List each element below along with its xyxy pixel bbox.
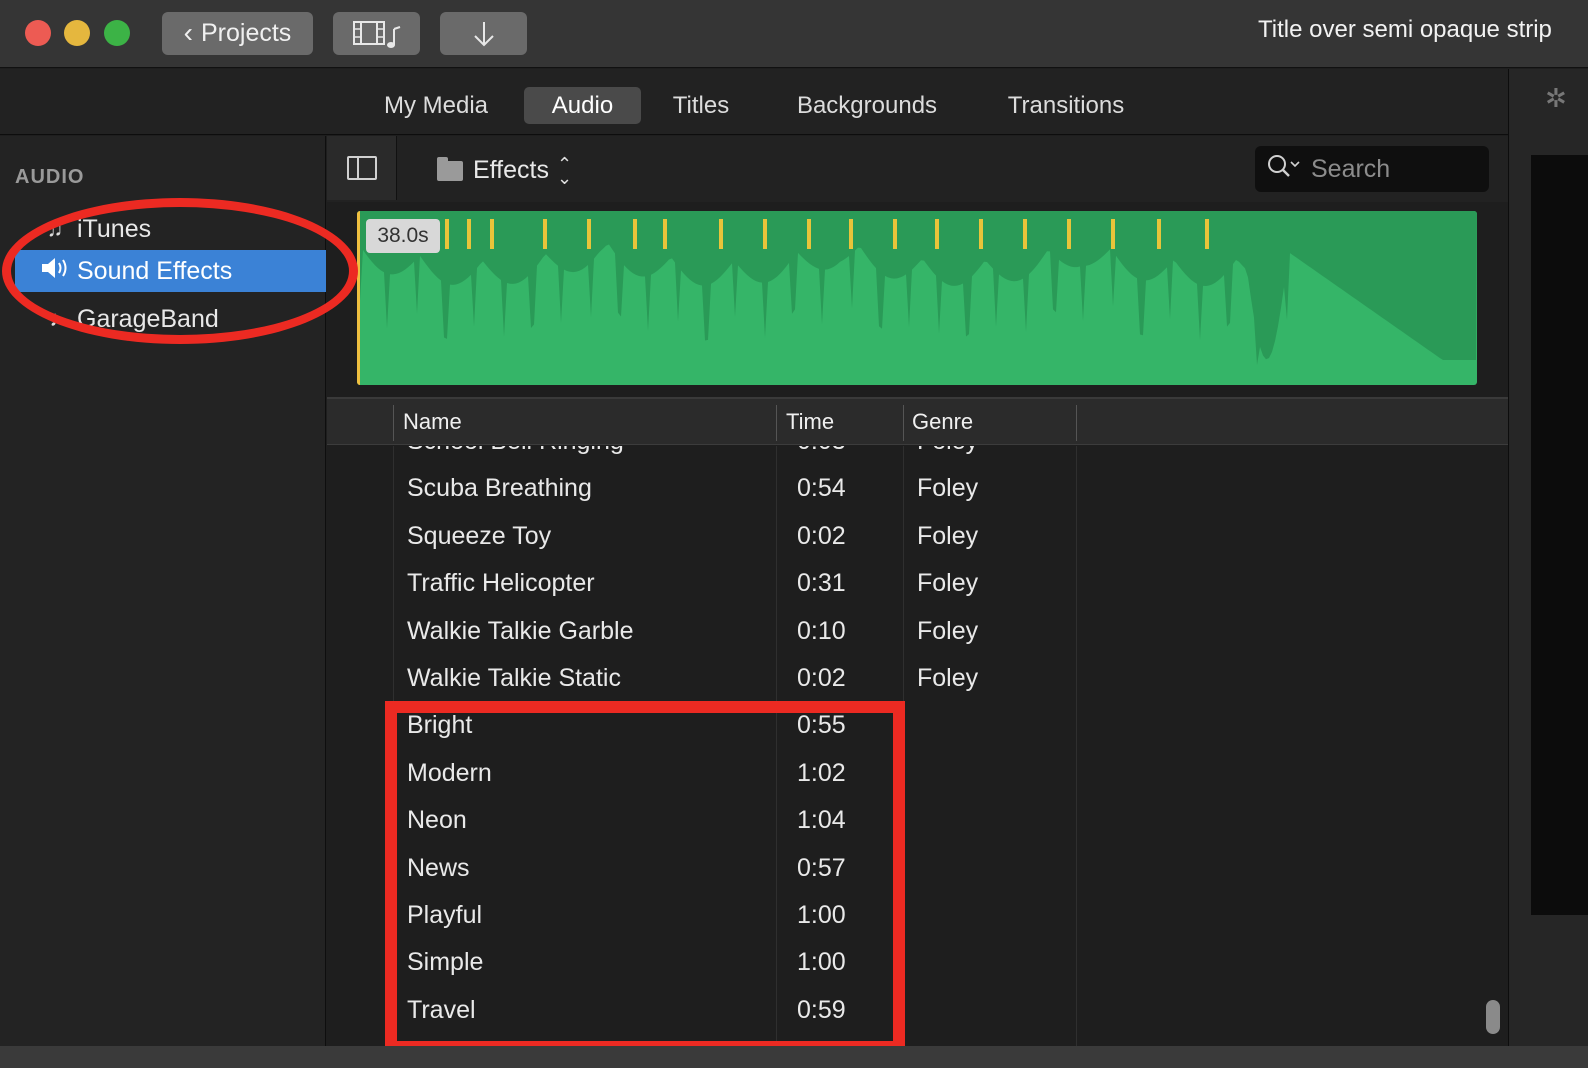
column-header-genre[interactable]: Genre <box>912 409 973 435</box>
browser-header: Effects ⌃ ⌄ <box>327 136 1508 202</box>
waveform-peak <box>445 219 449 249</box>
waveform-peak <box>719 219 723 249</box>
sidebar-header: AUDIO <box>15 166 85 188</box>
tab-titles[interactable]: Titles <box>660 87 742 124</box>
row-genre-cell: Foley <box>917 521 979 550</box>
window-title: Title over semi opaque strip <box>1258 16 1552 43</box>
magic-wand-icon[interactable]: ✲ <box>1545 83 1567 114</box>
browser-tabbar: My Media Audio Titles Backgrounds Transi… <box>0 69 1508 135</box>
table-row[interactable]: Squeeze Toy 0:02 Foley <box>327 513 1477 560</box>
waveform-peak <box>633 219 637 249</box>
waveform-peak <box>935 219 939 249</box>
waveform-peak <box>467 219 471 249</box>
column-divider <box>1076 405 1077 441</box>
row-name-cell: Traffic Helicopter <box>407 569 595 598</box>
minimize-window-button[interactable] <box>64 20 90 46</box>
waveform-peak <box>1023 219 1027 249</box>
row-time-cell: 0:02 <box>797 521 846 550</box>
sidebar-toggle-button[interactable] <box>327 136 397 200</box>
waveform-peak <box>979 219 983 249</box>
row-time-cell: 0:03 <box>797 446 846 456</box>
column-divider <box>393 405 394 441</box>
waveform-peak <box>490 219 494 249</box>
tab-transitions[interactable]: Transitions <box>995 87 1137 124</box>
viewer-panel <box>1531 155 1588 915</box>
waveform-envelope <box>357 211 1477 365</box>
row-name-cell: Walkie Talkie Static <box>407 664 621 692</box>
waveform-peak <box>1157 219 1161 249</box>
audio-waveform[interactable]: 38.0s <box>357 211 1477 385</box>
arrow-down-icon <box>473 21 494 46</box>
row-name-cell: Squeeze Toy <box>407 521 552 550</box>
table-row[interactable]: Traffic Helicopter 0:31 Foley <box>327 560 1477 607</box>
annotation-ellipse <box>2 198 358 344</box>
waveform-peak <box>1111 219 1115 249</box>
row-time-cell: 0:02 <box>797 664 846 692</box>
duration-badge: 38.0s <box>366 219 440 253</box>
waveform-peak <box>849 219 853 249</box>
projects-button[interactable]: ‹ Projects <box>162 12 313 55</box>
search-input[interactable] <box>1311 154 1481 184</box>
row-genre-cell: Foley <box>917 446 978 456</box>
category-label: Effects <box>473 156 549 184</box>
tab-my-media[interactable]: My Media <box>368 87 504 124</box>
search-field[interactable] <box>1255 146 1489 192</box>
folder-icon <box>437 156 463 181</box>
table-header: Name Time Genre <box>327 397 1508 445</box>
row-genre-cell: Foley <box>917 569 979 598</box>
waveform-graphic <box>357 211 1477 365</box>
column-divider <box>776 405 777 441</box>
chevron-updown-icon: ⌃ ⌄ <box>556 153 573 188</box>
annotation-rectangle <box>385 701 905 1053</box>
row-name-cell: Scuba Breathing <box>407 474 592 503</box>
sidebar-toggle-icon <box>346 156 377 180</box>
waveform-peak <box>1205 219 1209 249</box>
media-browser-button[interactable] <box>333 12 420 55</box>
scrollbar-thumb[interactable] <box>1486 1000 1500 1034</box>
table-row[interactable]: School Bell Ringing 0:03 Foley <box>327 446 1477 465</box>
table-row[interactable]: Scuba Breathing 0:54 Foley <box>327 465 1477 512</box>
viewer-strip: ✲ <box>1508 69 1588 1068</box>
row-time-cell: 0:31 <box>797 569 846 598</box>
row-genre-cell: Foley <box>917 664 979 692</box>
waveform-peak <box>663 219 667 249</box>
tab-audio[interactable]: Audio <box>524 87 641 124</box>
row-name-cell: School Bell Ringing <box>407 446 624 456</box>
waveform-peak <box>543 219 547 249</box>
table-row[interactable]: Walkie Talkie Garble 0:10 Foley <box>327 608 1477 655</box>
zoom-window-button[interactable] <box>104 20 130 46</box>
column-header-name[interactable]: Name <box>403 409 462 435</box>
waveform-peak <box>587 219 591 249</box>
projects-button-label: Projects <box>201 19 292 47</box>
playhead[interactable] <box>357 211 360 385</box>
waveform-peak <box>893 219 897 249</box>
waveform-peak <box>763 219 767 249</box>
title-bar: ‹ Projects Title over semi opaque strip <box>0 0 1588 68</box>
row-genre-cell: Foley <box>917 616 979 645</box>
chevron-left-icon: ‹ <box>183 16 193 48</box>
column-header-time[interactable]: Time <box>786 409 834 435</box>
import-button[interactable] <box>440 12 527 55</box>
timeline-edge <box>0 1046 1588 1068</box>
waveform-peak <box>1067 219 1071 249</box>
category-popup[interactable]: Effects ⌃ ⌄ <box>437 153 573 188</box>
column-divider <box>903 405 904 441</box>
row-time-cell: 0:10 <box>797 616 846 645</box>
search-icon <box>1267 153 1301 185</box>
waveform-peak <box>807 219 811 249</box>
row-time-cell: 0:54 <box>797 474 846 503</box>
row-genre-cell: Foley <box>917 474 979 503</box>
row-name-cell: Walkie Talkie Garble <box>407 616 634 645</box>
close-window-button[interactable] <box>25 20 51 46</box>
tab-backgrounds[interactable]: Backgrounds <box>785 87 949 124</box>
table-row[interactable]: Walkie Talkie Static 0:02 Foley <box>327 655 1477 702</box>
film-music-icon <box>352 20 400 48</box>
